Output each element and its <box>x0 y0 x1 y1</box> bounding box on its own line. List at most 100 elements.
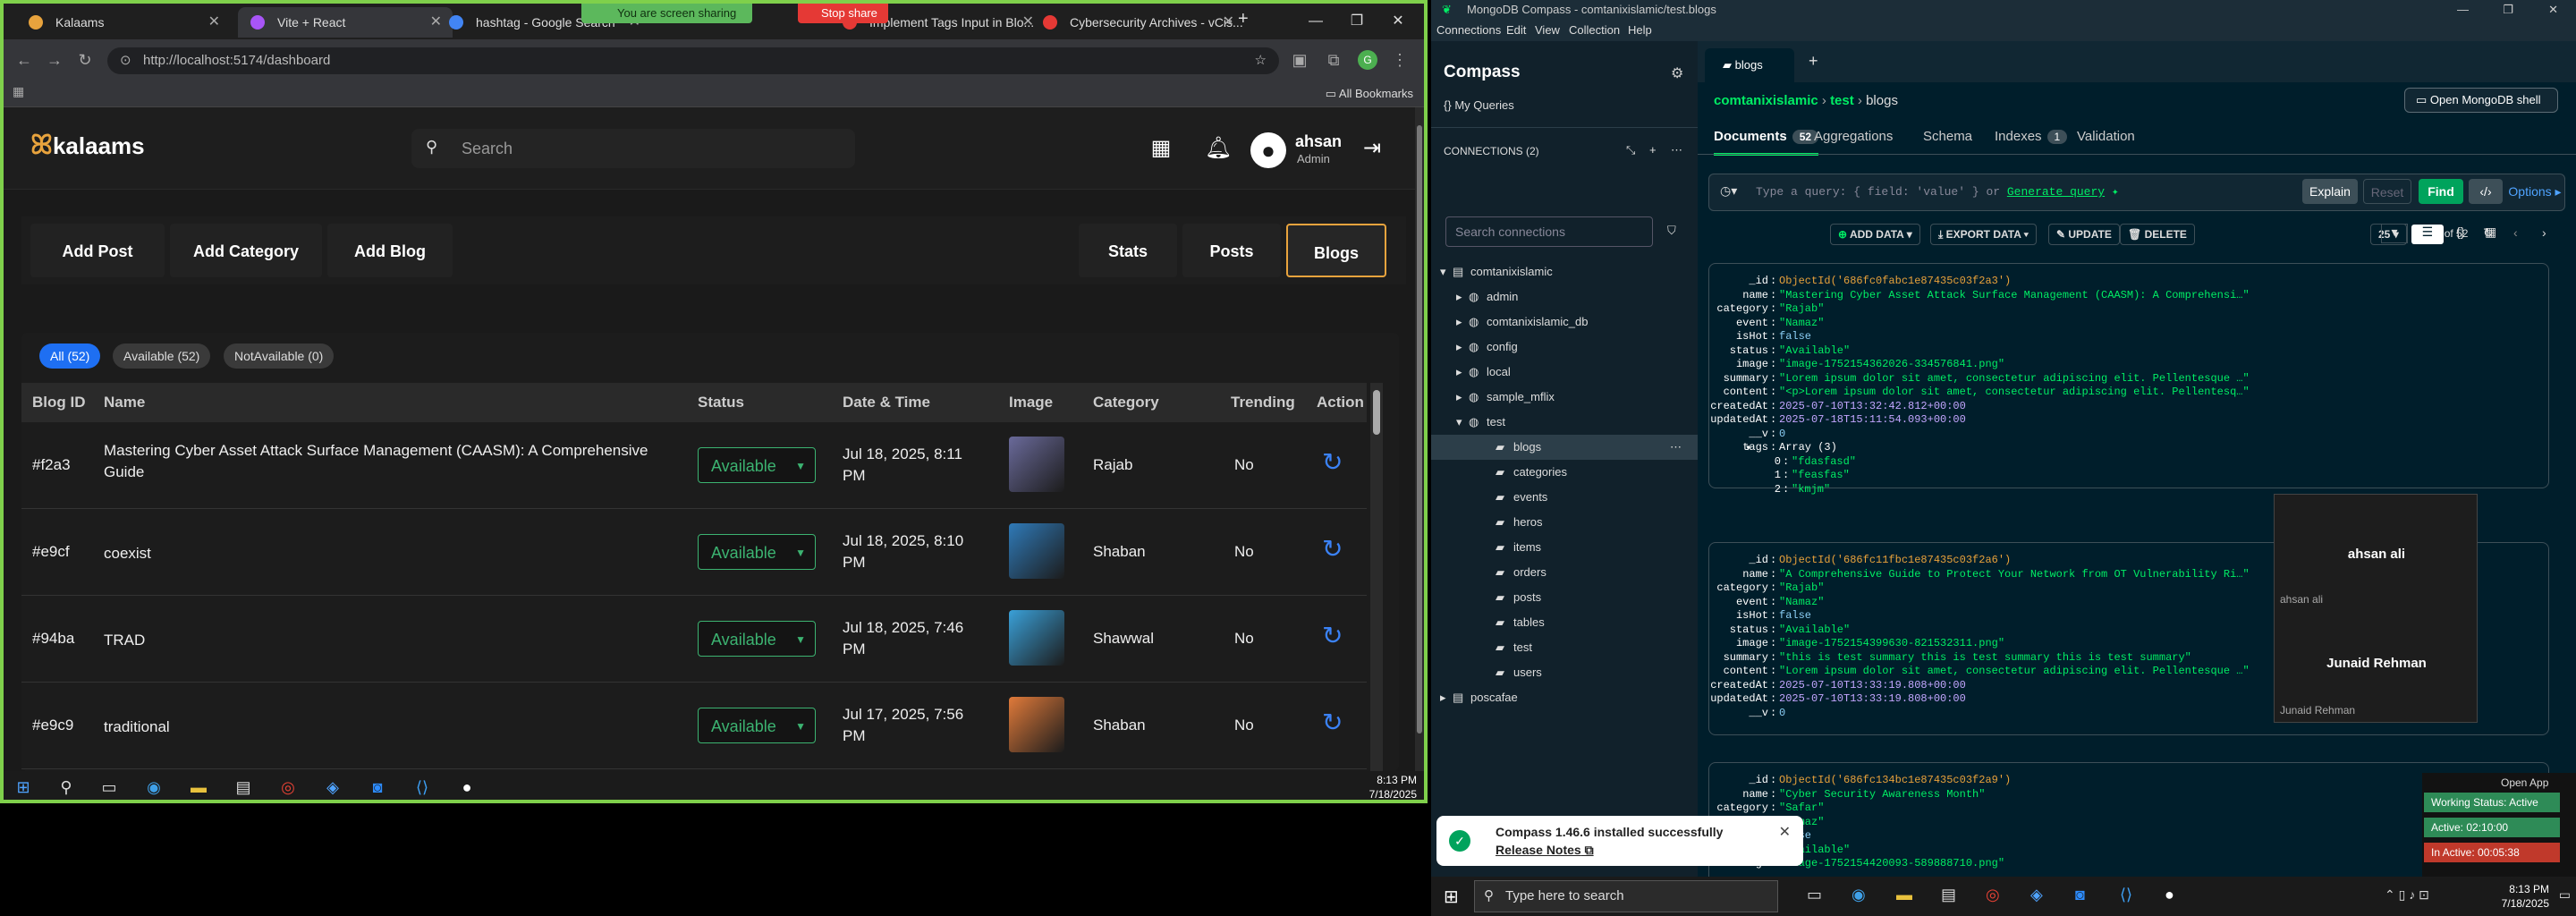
code-toggle-icon[interactable]: ‹/› <box>2469 179 2503 204</box>
next-page-icon[interactable]: › <box>2542 225 2546 240</box>
menu-connections[interactable]: Connections <box>1436 20 1501 41</box>
edge-icon[interactable]: ◉ <box>141 776 166 798</box>
toast-close-icon[interactable]: ✕ <box>1779 823 1791 841</box>
profile-avatar[interactable]: G <box>1358 50 1377 70</box>
browser-tab-1[interactable]: Vite + React ✕ <box>238 7 453 38</box>
document-card-1[interactable]: _id: ObjectId('686fc0fabc1e87435c03f2a3')… <box>1708 263 2549 496</box>
tree-item-sample_mflix[interactable]: ▸ ◍ sample_mflix <box>1431 385 1698 410</box>
taskbar-search-box[interactable]: ⚲ Type here to search <box>1474 880 1778 912</box>
compass-close-icon[interactable]: ✕ <box>2548 0 2558 20</box>
release-notes-link[interactable]: Release Notes ⧉ <box>1496 843 1594 858</box>
tree-item-users[interactable]: ▰ users <box>1431 660 1698 685</box>
address-bar[interactable]: ⊙ http://localhost:5174/dashboard ☆ <box>107 47 1279 74</box>
subtab-schema[interactable]: Schema <box>1923 129 1972 144</box>
bookmark-star-icon[interactable]: ☆ <box>1255 47 1267 74</box>
store-icon-2[interactable]: ▤ <box>1941 886 1956 904</box>
zoom-icon[interactable]: ◙ <box>365 776 390 798</box>
menu-icon[interactable]: ⋮ <box>1386 47 1413 73</box>
caret-icon[interactable]: ▾ <box>1456 410 1462 435</box>
chrome-icon[interactable]: ◎ <box>275 776 301 798</box>
vscode-icon-2[interactable]: ⟨⟩ <box>2120 886 2132 904</box>
new-tab-button[interactable]: + <box>1238 9 1249 30</box>
all-bookmarks[interactable]: ▭ All Bookmarks <box>1326 84 1413 104</box>
caret-icon[interactable]: ▸ <box>1456 360 1462 385</box>
find-button[interactable]: Find <box>2419 179 2463 204</box>
compass-minimize-icon[interactable]: — <box>2457 0 2469 20</box>
menu-edit[interactable]: Edit <box>1506 20 1526 41</box>
list-view-icon[interactable]: ☰ <box>2411 225 2444 244</box>
tab-blogs[interactable]: ▰ blogs <box>1705 48 1794 82</box>
settings-gear-icon[interactable]: ⚙ <box>1671 64 1683 82</box>
tree-item-admin[interactable]: ▸ ◍ admin <box>1431 284 1698 310</box>
tab-close-icon[interactable]: ✕ <box>1223 7 1234 38</box>
subtab-validation[interactable]: Validation <box>2077 129 2135 144</box>
tracker-icon-2[interactable]: ● <box>2165 886 2174 904</box>
caret-icon[interactable]: ▾ <box>1440 259 1446 284</box>
view-options-icon[interactable]: ▾ <box>2381 224 2408 243</box>
open-shell-button[interactable]: ▭ Open MongoDB shell <box>2404 88 2558 113</box>
tab-close-icon[interactable]: ✕ <box>208 7 220 38</box>
export-data-button[interactable]: ⤓ EXPORT DATA ▾ <box>1930 224 2037 245</box>
tree-item-local[interactable]: ▸ ◍ local <box>1431 360 1698 385</box>
options-button[interactable]: Options ▸ <box>2508 179 2562 204</box>
tree-item-comtanixislamic[interactable]: ▾ ▤ comtanixislamic <box>1431 259 1698 284</box>
extensions-puzzle-icon[interactable]: ⧉ <box>1320 47 1347 73</box>
refresh-action-icon[interactable]: ↻ <box>1322 534 1343 564</box>
filter-not-available[interactable]: NotAvailable (0) <box>224 344 335 369</box>
status-select[interactable]: Available ▼ <box>698 447 816 483</box>
tree-item-poscafae[interactable]: ▸ ▤ poscafae <box>1431 685 1698 710</box>
refresh-action-icon[interactable]: ↻ <box>1322 708 1343 737</box>
filter-all[interactable]: All (52) <box>39 344 101 369</box>
vscode-icon[interactable]: ⟨⟩ <box>410 776 435 798</box>
windows-start-icon[interactable]: ⊞ <box>11 776 36 798</box>
stop-share-button[interactable]: Stop share <box>798 4 888 23</box>
tree-item-posts[interactable]: ▰ posts <box>1431 585 1698 610</box>
tray-icons[interactable]: ⌃ ▯ ♪ ⊡ <box>2385 887 2429 903</box>
browser-tab-0[interactable]: Kalaams ✕ <box>16 7 231 38</box>
prev-page-icon[interactable]: ‹ <box>2513 225 2518 240</box>
caret-icon[interactable]: ▸ <box>1440 685 1446 710</box>
tree-item-tables[interactable]: ▰ tables <box>1431 610 1698 635</box>
menu-help[interactable]: Help <box>1628 20 1652 41</box>
tree-item-events[interactable]: ▰ events <box>1431 485 1698 510</box>
back-icon[interactable]: ← <box>11 47 38 73</box>
posts-button[interactable]: Posts <box>1182 224 1281 277</box>
generate-query-link[interactable]: Generate query <box>2007 185 2105 199</box>
refresh-action-icon[interactable]: ↻ <box>1322 621 1343 650</box>
menu-collection[interactable]: Collection <box>1569 20 1620 41</box>
caret-icon[interactable]: ▸ <box>1456 385 1462 410</box>
notification-icon[interactable]: ▭ <box>2559 887 2571 903</box>
file-explorer-icon-2[interactable]: ▬ <box>1896 886 1912 904</box>
subtab-aggregations[interactable]: Aggregations <box>1814 129 1893 144</box>
taskbar-search-icon[interactable]: ⚲ <box>54 776 79 798</box>
tree-item-config[interactable]: ▸ ◍ config <box>1431 335 1698 360</box>
app-icon[interactable]: ◈ <box>320 776 345 798</box>
edge-icon-2[interactable]: ◉ <box>1852 886 1866 904</box>
tree-item-test[interactable]: ▾ ◍ test <box>1431 410 1698 435</box>
tree-item-blogs[interactable]: ▰ blogs ⋯ <box>1431 435 1698 460</box>
new-compass-tab-icon[interactable]: + <box>1809 52 1818 71</box>
tree-item-items[interactable]: ▰ items <box>1431 535 1698 560</box>
tree-item-orders[interactable]: ▰ orders <box>1431 560 1698 585</box>
item-menu-icon[interactable]: ⋯ <box>1670 435 1682 460</box>
crumb-cluster[interactable]: comtanixislamic <box>1714 93 1818 108</box>
add-category-button[interactable]: Add Category <box>170 224 322 277</box>
caret-icon[interactable]: ▸ <box>1456 284 1462 310</box>
status-select[interactable]: Available ▼ <box>698 708 816 743</box>
explain-button[interactable]: Explain <box>2302 179 2358 204</box>
query-input[interactable]: Type a query: { field: 'value' } or Gene… <box>1756 185 2119 199</box>
forward-icon[interactable]: → <box>41 47 68 73</box>
connections-menu-icon[interactable]: ⋯ <box>1671 143 1682 157</box>
json-view-icon[interactable]: {} <box>2447 225 2474 244</box>
my-queries-link[interactable]: {} My Queries <box>1444 98 1514 112</box>
stats-button[interactable]: Stats <box>1079 224 1177 277</box>
site-info-icon[interactable]: ⊙ <box>120 47 131 74</box>
menu-view[interactable]: View <box>1535 20 1560 41</box>
status-select[interactable]: Available ▼ <box>698 621 816 657</box>
refresh-action-icon[interactable]: ↻ <box>1322 447 1343 477</box>
table-scrollbar[interactable] <box>1370 383 1383 771</box>
tree-item-categories[interactable]: ▰ categories <box>1431 460 1698 485</box>
update-button[interactable]: ✎ UPDATE <box>2048 224 2120 245</box>
file-explorer-icon[interactable]: ▬ <box>186 776 211 798</box>
logout-icon[interactable]: ⇥ <box>1358 134 1386 163</box>
